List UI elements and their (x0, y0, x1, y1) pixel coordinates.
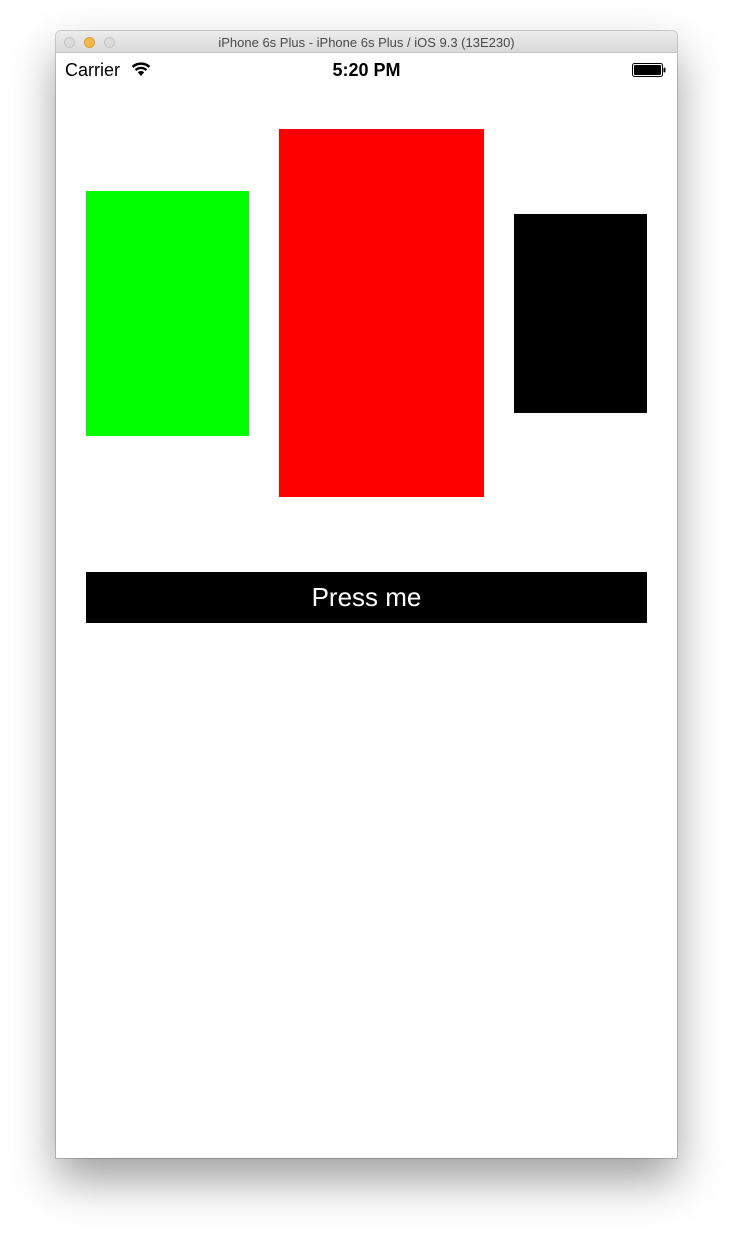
press-me-button-label: Press me (311, 582, 422, 612)
red-view (279, 129, 484, 497)
simulator-window: iPhone 6s Plus - iPhone 6s Plus / iOS 9.… (56, 31, 677, 1158)
black-view (514, 214, 647, 413)
battery-icon (632, 63, 666, 77)
ios-status-bar: Carrier 5:20 PM (56, 53, 677, 87)
press-me-button[interactable]: Press me (86, 572, 647, 623)
status-time: 5:20 PM (332, 60, 401, 80)
window-titlebar[interactable]: iPhone 6s Plus - iPhone 6s Plus / iOS 9.… (56, 31, 677, 53)
window-title: iPhone 6s Plus - iPhone 6s Plus / iOS 9.… (218, 35, 515, 50)
green-view (86, 191, 249, 436)
app-content: Press me (56, 87, 677, 1158)
